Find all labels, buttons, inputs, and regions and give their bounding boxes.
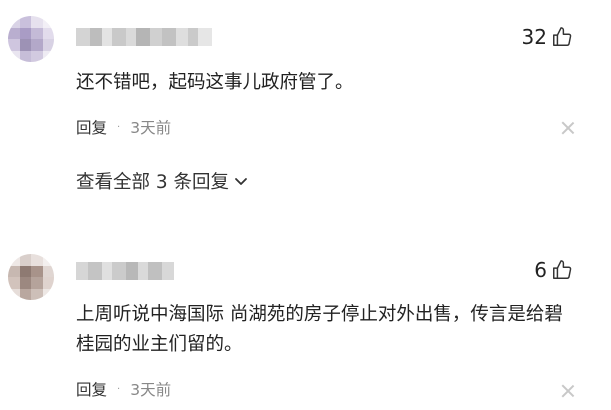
like-count: 6 bbox=[534, 258, 547, 282]
thumbs-up-icon bbox=[553, 260, 572, 279]
like-button[interactable]: 32 bbox=[522, 25, 573, 49]
close-icon[interactable] bbox=[561, 121, 575, 135]
like-button[interactable]: 6 bbox=[534, 258, 573, 282]
view-replies-button[interactable]: 查看全部 3 条回复 bbox=[76, 168, 249, 194]
like-count: 32 bbox=[521, 25, 547, 49]
username-blurred[interactable] bbox=[76, 262, 174, 280]
separator: · bbox=[117, 121, 121, 133]
username-blurred[interactable] bbox=[76, 28, 212, 46]
view-replies-label: 查看全部 3 条回复 bbox=[76, 172, 230, 193]
avatar[interactable] bbox=[8, 16, 54, 62]
close-icon[interactable] bbox=[561, 384, 575, 398]
separator: · bbox=[117, 383, 121, 395]
comment-meta: 回复 · 3天前 bbox=[76, 116, 171, 138]
timestamp: 3天前 bbox=[130, 119, 172, 137]
chevron-down-icon bbox=[235, 178, 247, 185]
comment-text: 上周听说中海国际 尚湖苑的房子停止对外出售，传言是给碧桂园的业主们留的。 bbox=[76, 304, 563, 355]
reply-button[interactable]: 回复 bbox=[76, 116, 107, 138]
reply-button[interactable]: 回复 bbox=[76, 378, 107, 400]
timestamp: 3天前 bbox=[130, 381, 172, 399]
comment-text: 还不错吧，起码这事儿政府管了。 bbox=[76, 72, 354, 93]
comment-meta: 回复 · 3天前 bbox=[76, 378, 171, 400]
thumbs-up-icon bbox=[553, 27, 572, 46]
avatar[interactable] bbox=[8, 254, 54, 300]
